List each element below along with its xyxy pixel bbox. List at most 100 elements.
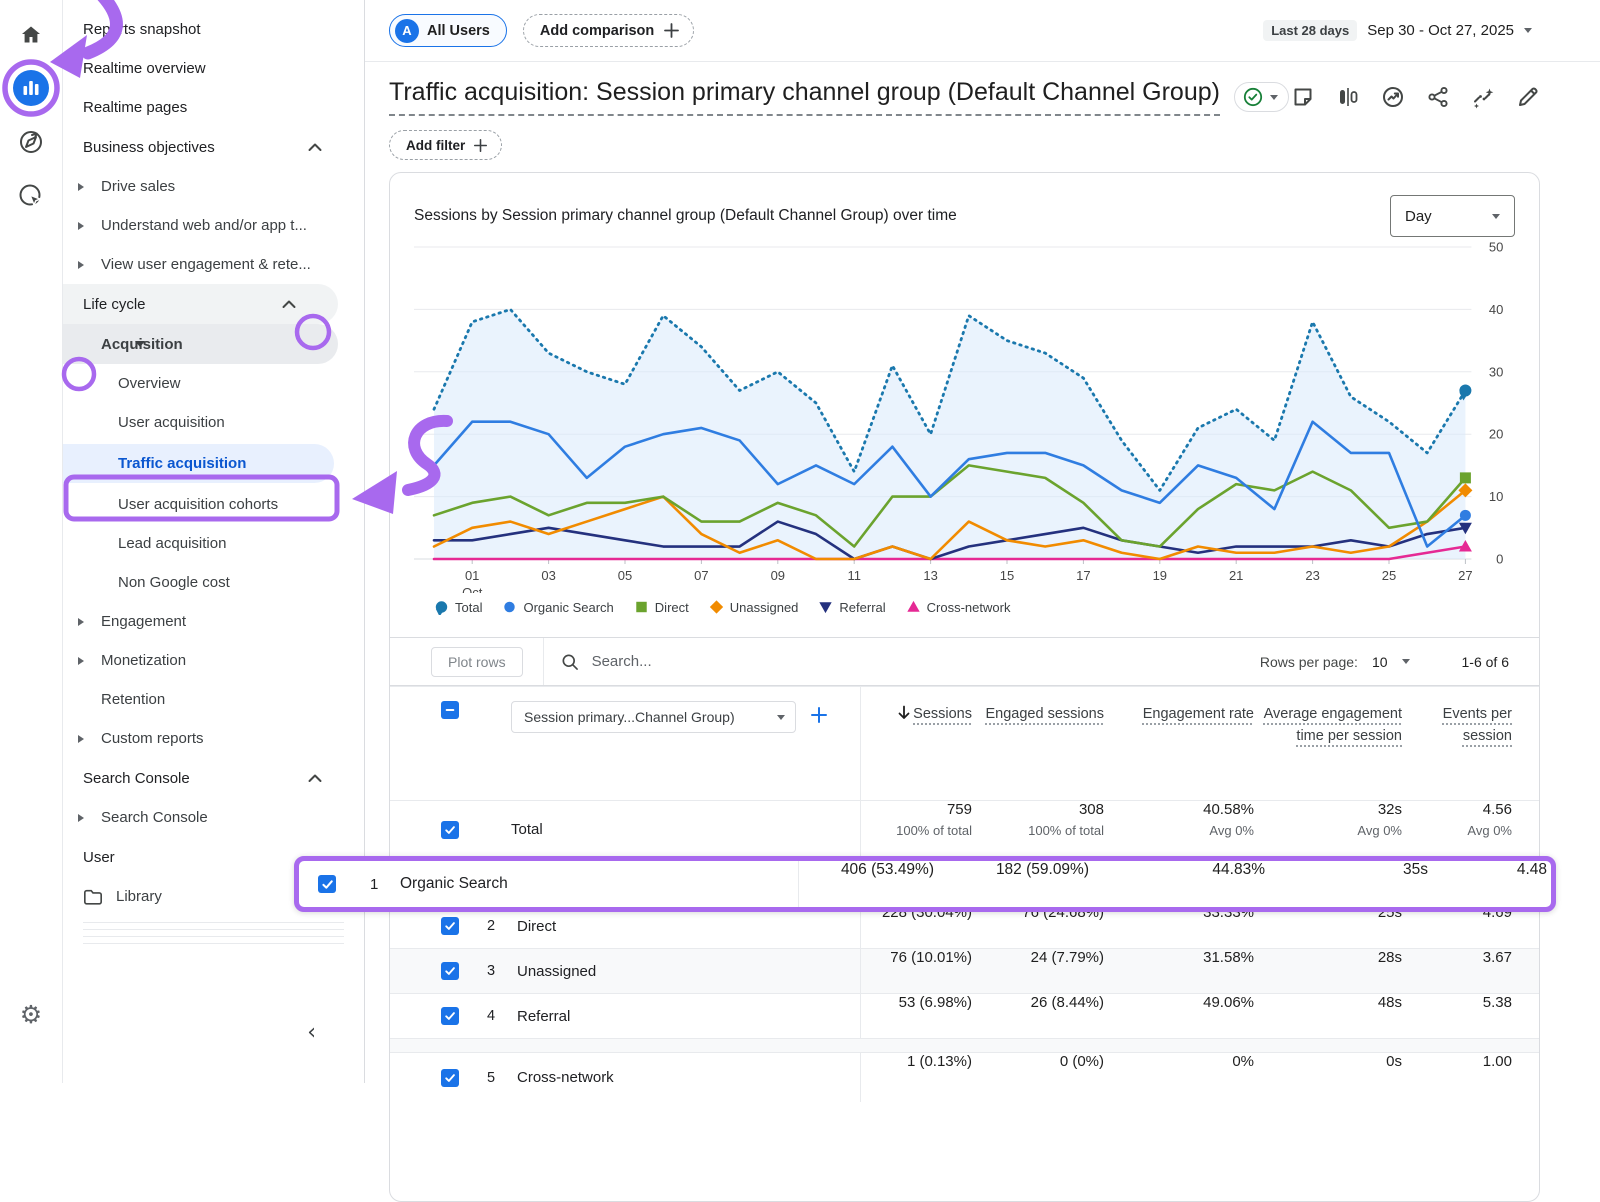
row-number: 1 [370, 876, 400, 893]
column-header-label: Sessions [913, 706, 972, 722]
sidebar-item-business-objectives[interactable]: Business objectives [63, 127, 364, 167]
explore-icon[interactable] [11, 122, 51, 162]
table-row-unassigned[interactable]: 3Unassigned76 (10.01%)24 (7.79%)31.58%28… [390, 948, 1539, 993]
column-header-sessions[interactable]: Sessions [861, 687, 972, 800]
expand-arrow-icon[interactable] [78, 222, 84, 230]
sidebar-item-lead-acquisition[interactable]: Lead acquisition [63, 524, 364, 563]
row-checkbox[interactable] [441, 962, 459, 980]
sidebar-item-overview[interactable]: Overview [63, 364, 364, 403]
table-row-referral[interactable]: 4Referral53 (6.98%)26 (8.44%)49.06%48s5.… [390, 993, 1539, 1038]
sidebar-item-engagement[interactable]: Engagement [63, 602, 364, 641]
row-checkbox[interactable] [441, 1007, 459, 1025]
reports-icon[interactable] [11, 68, 51, 108]
legend-item-organic-search[interactable]: Organic Search [502, 600, 613, 615]
x-axis-label: 05 [618, 568, 632, 583]
column-header-engagement-rate[interactable]: Engagement rate [1104, 687, 1254, 800]
granularity-value: Day [1405, 208, 1432, 225]
chart-legend: Total Organic Search Direct Unassigned Refer… [434, 595, 1539, 619]
insights-circle-icon[interactable] [1381, 85, 1405, 109]
expand-arrow-icon[interactable] [78, 657, 84, 665]
collapse-caret-icon[interactable] [135, 341, 145, 347]
column-header-events-per-session[interactable]: Events per session [1402, 687, 1512, 800]
expand-arrow-icon[interactable] [78, 261, 84, 269]
sidebar-item-search-console[interactable]: Search Console [63, 758, 364, 798]
page-title: Traffic acquisition: Session primary cha… [389, 78, 1220, 116]
chevron-down-icon[interactable] [1402, 659, 1410, 664]
add-filter-button[interactable]: Add filter [389, 130, 502, 160]
expand-arrow-icon[interactable] [78, 814, 84, 822]
plot-rows-button[interactable]: Plot rows [431, 647, 523, 677]
note-icon[interactable] [1291, 85, 1315, 109]
legend-label: Cross-network [927, 600, 1011, 615]
table-search[interactable]: Search... [560, 652, 1260, 672]
legend-item-cross-network[interactable]: Cross-network [906, 600, 1011, 615]
plus-icon [663, 22, 680, 39]
metric-value: 26 (8.44%) [972, 994, 1104, 1038]
legend-item-referral[interactable]: Referral [818, 600, 885, 615]
reports-sidebar: Reports snapshot Realtime overview Realtim… [63, 0, 365, 1083]
sidebar-item-label: Engagement [101, 613, 186, 630]
sidebar-item-user-acquisition-cohorts[interactable]: User acquisition cohorts [63, 485, 364, 524]
edit-pencil-icon[interactable] [1516, 85, 1540, 109]
row-checkbox[interactable] [441, 1069, 459, 1087]
metric-value: 5.38 [1402, 994, 1512, 1038]
sidebar-item-monetization[interactable]: Monetization [63, 641, 364, 680]
advertising-icon[interactable] [11, 176, 51, 216]
dimension-select[interactable]: Session primary...Channel Group) [511, 701, 796, 733]
sidebar-item-custom-reports[interactable]: Custom reports [63, 719, 364, 758]
sidebar-item-label: Search Console [83, 770, 190, 787]
column-header-engaged-sessions[interactable]: Engaged sessions [972, 687, 1104, 800]
sidebar-item-realtime-overview[interactable]: Realtime overview [63, 49, 364, 88]
legend-item-unassigned[interactable]: Unassigned [709, 600, 799, 615]
share-icon[interactable] [1426, 85, 1450, 109]
sparkline-icon[interactable] [1471, 85, 1495, 109]
sidebar-item-reports-snapshot[interactable]: Reports snapshot [63, 10, 364, 49]
sidebar-item-view-user-engagement-rete-[interactable]: View user engagement & rete... [63, 245, 364, 284]
table-row-cross-network[interactable]: 5Cross-network1 (0.13%)0 (0%)0%0s1.00 [390, 1052, 1539, 1102]
totals-checkbox[interactable] [441, 821, 459, 839]
home-icon[interactable] [11, 15, 51, 55]
date-range-picker[interactable]: Last 28 days Sep 30 - Oct 27, 2025 [1263, 20, 1532, 41]
sidebar-item-life-cycle[interactable]: Life cycle [63, 284, 338, 324]
expand-arrow-icon[interactable] [78, 183, 84, 191]
legend-item-direct[interactable]: Direct [634, 600, 689, 615]
add-comparison-label: Add comparison [540, 23, 654, 39]
expand-arrow-icon[interactable] [78, 735, 84, 743]
filter-bar: Add filter [365, 116, 1600, 160]
chevron-up-icon[interactable] [308, 774, 322, 783]
sidebar-item-search-console[interactable]: Search Console [63, 798, 364, 837]
highlighted-organic-search-row[interactable]: 1 Organic Search 406 (53.49%) 182 (59.09… [294, 856, 1556, 912]
gear-icon[interactable]: ⚙ [11, 994, 51, 1034]
chevron-up-icon[interactable] [308, 143, 322, 152]
add-comparison-button[interactable]: Add comparison [523, 14, 694, 47]
metric-value: 48s [1254, 994, 1402, 1038]
sidebar-item-traffic-acquisition[interactable]: Traffic acquisition [63, 444, 334, 483]
add-dimension-icon[interactable] [810, 706, 828, 729]
sidebar-item-acquisition[interactable]: Acquisition [63, 324, 338, 364]
plus-icon [473, 138, 488, 153]
expand-arrow-icon[interactable] [78, 618, 84, 626]
select-all-checkbox[interactable] [441, 701, 459, 719]
sidebar-item-non-google-cost[interactable]: Non Google cost [63, 563, 364, 602]
legend-item-total[interactable]: Total [434, 600, 482, 615]
engagement-rate-value: 44.83% [1089, 861, 1265, 907]
sidebar-item-understand-web-and-or-app-t-[interactable]: Understand web and/or app t... [63, 206, 364, 245]
granularity-select[interactable]: Day [1390, 195, 1515, 237]
data-quality-badge[interactable] [1234, 82, 1289, 112]
metric-value: 1.00 [1402, 1053, 1512, 1102]
column-header-average-engagement-time-per-session[interactable]: Average engagement time per session [1254, 687, 1402, 800]
sidebar-item-label: Realtime overview [83, 60, 206, 77]
sidebar-item-drive-sales[interactable]: Drive sales [63, 167, 364, 206]
collapse-sidebar-icon[interactable]: ‹ [307, 1020, 316, 1045]
sidebar-item-retention[interactable]: Retention [63, 680, 364, 719]
row-checkbox[interactable] [318, 875, 336, 893]
sidebar-item-realtime-pages[interactable]: Realtime pages [63, 88, 364, 127]
rows-per-page-value[interactable]: 10 [1372, 654, 1388, 670]
row-checkbox[interactable] [441, 917, 459, 935]
sidebar-item-user-acquisition[interactable]: User acquisition [63, 403, 364, 442]
all-users-segment[interactable]: A All Users [389, 14, 507, 47]
chevron-up-icon[interactable] [282, 300, 296, 309]
compare-bars-icon[interactable] [1336, 85, 1360, 109]
totals-label: Total [511, 821, 543, 838]
totals-metric: 759100% of total [861, 801, 972, 858]
